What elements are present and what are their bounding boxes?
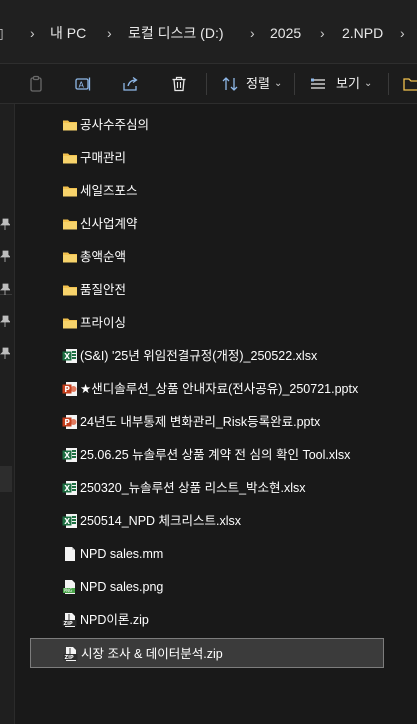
pin-icon[interactable] xyxy=(0,283,10,295)
file-name: 총액순액 xyxy=(80,250,127,264)
file-name: NPD sales.mm xyxy=(80,547,164,561)
folder-icon xyxy=(62,315,78,331)
file-name: ★샌디솔루션_상품 안내자료(전사공유)_250721.pptx xyxy=(80,382,359,396)
pin-icon[interactable] xyxy=(0,347,10,359)
svg-text:X: X xyxy=(64,352,70,361)
folder-row[interactable]: 총액순액 xyxy=(30,242,384,272)
chevron-right-icon[interactable]: › xyxy=(320,13,325,53)
view-icon[interactable] xyxy=(306,72,330,96)
svg-text:ZIP: ZIP xyxy=(64,621,73,627)
navigation-pane[interactable] xyxy=(0,104,14,724)
file-name: 세일즈포스 xyxy=(80,184,138,198)
share-icon[interactable] xyxy=(118,72,142,96)
rename-icon[interactable]: A xyxy=(71,72,95,96)
file-name: 24년도 내부통제 변화관리_Risk등록완료.pptx xyxy=(80,415,321,429)
folder-icon xyxy=(62,150,78,166)
file-row[interactable]: ZIP 시장 조사 & 데이터분석.zip xyxy=(30,638,384,668)
svg-text:PNG: PNG xyxy=(64,588,73,593)
file-row[interactable]: X (S&I) '25년 위임전결규정(개정)_250522.xlsx xyxy=(30,341,384,371)
breadcrumb-item-local-disk[interactable]: 로컬 디스크 (D:) xyxy=(128,13,224,53)
folder-row[interactable]: 공사수주심의 xyxy=(30,110,384,140)
toolbar-divider xyxy=(206,73,207,95)
sort-icon[interactable] xyxy=(218,72,242,96)
folder-row[interactable]: 세일즈포스 xyxy=(30,176,384,206)
toolbar-divider xyxy=(388,73,389,95)
powerpoint-file-icon: P xyxy=(62,414,78,430)
file-name: 250514_NPD 체크리스트.xlsx xyxy=(80,514,242,528)
breadcrumb: ▯ › 내 PC › 로컬 디스크 (D:) › 2025 › 2.NPD › xyxy=(0,13,417,53)
file-name: 250320_뉴솔루션 상품 리스트_박소현.xlsx xyxy=(80,481,306,495)
excel-file-icon: X xyxy=(62,513,78,529)
chevron-right-icon[interactable]: › xyxy=(400,13,405,53)
breadcrumb-item-npd[interactable]: 2.NPD xyxy=(342,13,383,53)
excel-file-icon: X xyxy=(62,447,78,463)
zip-file-icon: ZIP xyxy=(62,612,78,628)
file-row[interactable]: X 250514_NPD 체크리스트.xlsx xyxy=(30,506,384,536)
chevron-right-icon[interactable]: › xyxy=(30,13,35,53)
file-name: 신사업계약 xyxy=(80,217,138,231)
view-button-label[interactable]: 보기 xyxy=(336,64,360,104)
folder-row[interactable]: 구매관리 xyxy=(30,143,384,173)
command-bar: A 정렬 ⌄ 보기 ⌄ xyxy=(0,64,417,104)
toolbar-divider xyxy=(294,73,295,95)
folder-row[interactable]: 프라이싱 xyxy=(30,308,384,338)
nav-selected-item[interactable] xyxy=(0,466,12,492)
svg-text:X: X xyxy=(64,517,70,526)
file-name: 품질안전 xyxy=(80,283,127,297)
file-icon xyxy=(62,546,78,562)
folder-options-icon[interactable] xyxy=(399,72,417,96)
folder-icon xyxy=(62,282,78,298)
pin-icon[interactable] xyxy=(0,250,10,262)
file-name: 프라이싱 xyxy=(80,316,127,330)
address-bar: ▯ › 내 PC › 로컬 디스크 (D:) › 2025 › 2.NPD › xyxy=(0,0,417,64)
file-row[interactable]: P ★샌디솔루션_상품 안내자료(전사공유)_250721.pptx xyxy=(30,374,384,404)
excel-file-icon: X xyxy=(62,348,78,364)
file-name: NPD이론.zip xyxy=(80,613,149,627)
file-row[interactable]: X 25.06.25 뉴솔루션 상품 계약 전 심의 확인 Tool.xlsx xyxy=(30,440,384,470)
image-file-icon: PNG xyxy=(62,579,78,595)
folder-icon xyxy=(62,117,78,133)
pin-icon[interactable] xyxy=(0,315,10,327)
folder-icon-partial: ▯ xyxy=(0,13,4,53)
svg-text:X: X xyxy=(64,484,70,493)
file-name: NPD sales.png xyxy=(80,580,164,594)
folder-icon xyxy=(62,249,78,265)
chevron-right-icon[interactable]: › xyxy=(250,13,255,53)
paste-icon[interactable] xyxy=(24,72,48,96)
file-list: 공사수주심의구매관리세일즈포스신사업계약총액순액품질안전프라이싱 X (S&I) '… xyxy=(15,104,417,724)
chevron-down-icon[interactable]: ⌄ xyxy=(274,64,282,104)
sort-button-label[interactable]: 정렬 xyxy=(246,64,270,104)
file-row[interactable]: P 24년도 내부통제 변화관리_Risk등록완료.pptx xyxy=(30,407,384,437)
svg-text:X: X xyxy=(64,451,70,460)
breadcrumb-item-2025[interactable]: 2025 xyxy=(270,13,301,53)
breadcrumb-item-this-pc[interactable]: 내 PC xyxy=(50,13,86,53)
folder-row[interactable]: 품질안전 xyxy=(30,275,384,305)
file-row[interactable]: ZIP NPD이론.zip xyxy=(30,605,384,635)
file-name: 공사수주심의 xyxy=(80,118,150,132)
folder-icon xyxy=(62,216,78,232)
file-row[interactable]: X 250320_뉴솔루션 상품 리스트_박소현.xlsx xyxy=(30,473,384,503)
pin-icon[interactable] xyxy=(0,218,10,230)
powerpoint-file-icon: P xyxy=(62,381,78,397)
zip-file-icon: ZIP xyxy=(63,646,79,662)
folder-icon xyxy=(62,183,78,199)
file-name: (S&I) '25년 위임전결규정(개정)_250522.xlsx xyxy=(80,349,318,363)
file-name: 25.06.25 뉴솔루션 상품 계약 전 심의 확인 Tool.xlsx xyxy=(80,448,351,462)
chevron-right-icon[interactable]: › xyxy=(107,13,112,53)
svg-text:A: A xyxy=(79,81,85,90)
delete-icon[interactable] xyxy=(167,72,191,96)
folder-row[interactable]: 신사업계약 xyxy=(30,209,384,239)
file-name: 구매관리 xyxy=(80,151,127,165)
svg-text:ZIP: ZIP xyxy=(65,655,74,661)
excel-file-icon: X xyxy=(62,480,78,496)
file-row[interactable]: NPD sales.mm xyxy=(30,539,384,569)
svg-text:P: P xyxy=(64,418,70,427)
file-name: 시장 조사 & 데이터분석.zip xyxy=(81,647,223,661)
svg-text:P: P xyxy=(64,385,70,394)
file-row[interactable]: PNG NPD sales.png xyxy=(30,572,384,602)
chevron-down-icon[interactable]: ⌄ xyxy=(364,64,372,104)
